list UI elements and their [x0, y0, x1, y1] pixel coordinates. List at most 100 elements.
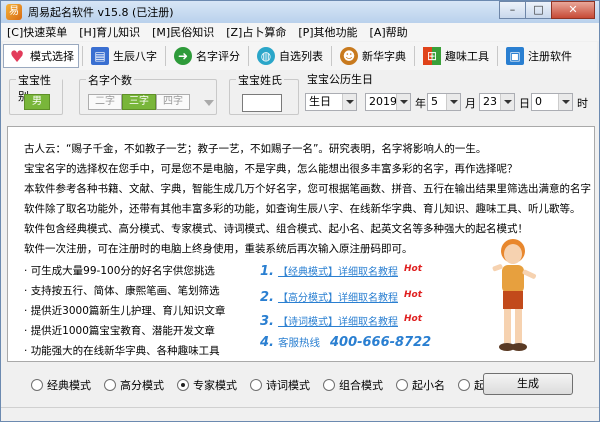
tool-register[interactable]: ▣ 注册软件: [501, 44, 577, 68]
link-number: 4.: [260, 335, 274, 350]
intro-line: 软件一次注册，可在注册时的电脑上终身使用，重装系统后再次输入原注册码即可。: [24, 243, 413, 255]
hour-select[interactable]: 0: [531, 93, 573, 111]
menu-other[interactable]: [P]其他功能: [292, 24, 363, 40]
tool-birth-chart[interactable]: ▤ 生辰八字: [86, 44, 162, 68]
mode-label: 诗词模式: [266, 379, 310, 392]
app-window: 易 周易起名软件 v15.8 (已注册) – □ ✕ [C]快速菜单 [H]育儿…: [0, 0, 600, 422]
mode-highscore[interactable]: 高分模式: [104, 377, 164, 393]
tool-mode-select[interactable]: ♥ 模式选择: [3, 44, 79, 68]
hot-badge: Hot: [403, 264, 423, 274]
menu-help[interactable]: [A]帮助: [364, 24, 414, 40]
chevron-down-icon[interactable]: [204, 100, 214, 106]
tutorial-link-poetry[interactable]: 3. 【诗词模式】详细取名教程 Hot: [260, 313, 422, 329]
mode-expert[interactable]: 专家模式: [177, 377, 237, 393]
menu-quick[interactable]: [C]快速菜单: [1, 24, 73, 40]
minimize-button[interactable]: –: [499, 1, 526, 19]
link-number: 3.: [260, 314, 274, 329]
globe-icon: ◍: [257, 47, 275, 65]
char-count-group: 名字个数 二字 三字 四字: [79, 72, 217, 115]
windows-icon: ⊞: [423, 47, 441, 65]
day-select[interactable]: 23: [479, 93, 515, 111]
close-button[interactable]: ✕: [551, 1, 595, 19]
hotline-label: 客服热线: [277, 337, 320, 349]
birthday-label: 宝宝公历生日: [305, 71, 375, 87]
mode-label: 高分模式: [120, 379, 164, 392]
intro-line: 软件除了取名功能外，还带有其他丰富多彩的功能，如查询生辰八字、在线新华字典、育儿…: [24, 203, 581, 215]
surname-input[interactable]: [242, 94, 282, 112]
radio-button[interactable]: [177, 379, 189, 391]
char-count-3[interactable]: 三字: [122, 94, 156, 110]
feature-item: · 可生成大量99-100分的好名字供您挑选: [24, 265, 215, 277]
menu-parenting[interactable]: [H]育儿知识: [73, 24, 146, 40]
link-number: 1.: [260, 264, 274, 279]
mode-combo[interactable]: 组合模式: [323, 377, 383, 393]
chevron-down-icon: [396, 94, 410, 110]
link-text[interactable]: 【诗词模式】详细取名教程: [278, 313, 398, 328]
toolbar-divider: [331, 46, 332, 66]
radio-button[interactable]: [396, 379, 408, 391]
feature-text: 可生成大量99-100分的好名字供您挑选: [30, 265, 215, 277]
mode-poetry[interactable]: 诗词模式: [250, 377, 310, 393]
tool-label: 注册软件: [528, 50, 572, 63]
intro-line: 软件包含经典模式、高分模式、专家模式、诗词模式、组合模式、起小名、起英文名等多种…: [24, 223, 528, 235]
intro-line: 宝宝名字的选择权在您手中，可是您不是电脑，不是字典，怎么能想出很多丰富多彩的名字…: [24, 163, 518, 175]
radio-button[interactable]: [250, 379, 262, 391]
intro-panel: 古人云：“赐子千金，不如教子一艺；教子一艺，不如赐子一名”。研究表明，名字将影响…: [7, 126, 595, 362]
maximize-button[interactable]: □: [525, 1, 552, 19]
mode-nickname[interactable]: 起小名: [396, 377, 445, 393]
link-number: 2.: [260, 290, 274, 305]
chevron-down-icon: [446, 94, 460, 110]
intro-line: 古人云：“赐子千金，不如教子一艺；教子一艺，不如赐子一名”。研究表明，名字将影响…: [24, 143, 487, 155]
tool-dictionary[interactable]: ☻ 新华字典: [335, 44, 411, 68]
surname-group: 宝宝姓氏: [229, 72, 299, 115]
title-bar[interactable]: 易 周易起名软件 v15.8 (已注册) – □ ✕: [1, 1, 599, 23]
hour-unit: 时: [577, 97, 588, 110]
year-value: 2019: [369, 95, 397, 108]
radio-button[interactable]: [458, 379, 470, 391]
year-unit: 年: [415, 97, 426, 110]
tutorial-link-highscore[interactable]: 2. 【高分模式】详细取名教程 Hot: [260, 289, 422, 305]
mode-radio-group: 经典模式 高分模式 专家模式 诗词模式 组合模式 起小名 起英文名: [31, 377, 531, 393]
feature-text: 支持按五行、简体、康熙笔画、笔划筛选: [30, 285, 220, 297]
tutorial-link-classic[interactable]: 1. 【经典模式】详细取名教程 Hot: [260, 263, 422, 279]
gender-value[interactable]: 男: [24, 94, 50, 110]
tool-favorites[interactable]: ◍ 自选列表: [252, 44, 328, 68]
link-text[interactable]: 【高分模式】详细取名教程: [278, 289, 398, 304]
register-icon: ▣: [506, 47, 524, 65]
gender-group: 宝宝性别 男: [9, 72, 63, 115]
status-bar: [1, 407, 599, 421]
birthday-type-select[interactable]: 生日: [305, 93, 357, 111]
toolbar-divider: [248, 46, 249, 66]
month-value: 5: [431, 95, 438, 108]
tool-label: 新华字典: [362, 50, 406, 63]
menu-folklore[interactable]: [M]民俗知识: [146, 24, 220, 40]
feature-item: · 提供近1000篇宝宝教育、潜能开发文章: [24, 325, 215, 337]
month-select[interactable]: 5: [427, 93, 461, 111]
arrow-right-icon: ➜: [174, 47, 192, 65]
tool-name-score[interactable]: ➜ 名字评分: [169, 44, 245, 68]
tool-label: 模式选择: [30, 50, 74, 63]
toolbar-divider: [497, 46, 498, 66]
gender-toggle[interactable]: 男: [24, 94, 50, 110]
char-count-2[interactable]: 二字: [88, 94, 122, 110]
radio-button[interactable]: [104, 379, 116, 391]
feature-text: 提供近3000篇新生儿护理、育儿知识文章: [30, 305, 226, 317]
radio-button[interactable]: [31, 379, 43, 391]
toolbar-divider: [82, 46, 83, 66]
hour-value: 0: [535, 95, 542, 108]
generate-button[interactable]: 生成: [483, 373, 573, 395]
tool-fun-tools[interactable]: ⊞ 趣味工具: [418, 44, 494, 68]
toolbar-divider: [414, 46, 415, 66]
mode-classic[interactable]: 经典模式: [31, 377, 91, 393]
radio-button[interactable]: [323, 379, 335, 391]
link-text[interactable]: 【经典模式】详细取名教程: [278, 263, 398, 278]
cartoon-girl-illustration: [492, 239, 537, 351]
heart-icon: ♥: [9, 46, 25, 66]
feature-text: 功能强大的在线新华字典、各种趣味工具: [30, 345, 220, 357]
tool-label: 名字评分: [196, 50, 240, 63]
menu-divination[interactable]: [Z]占卜算命: [220, 24, 292, 40]
person-icon: ☻: [340, 47, 358, 65]
year-select[interactable]: 2019: [365, 93, 411, 111]
hot-badge: Hot: [403, 290, 423, 300]
char-count-4[interactable]: 四字: [156, 94, 190, 110]
